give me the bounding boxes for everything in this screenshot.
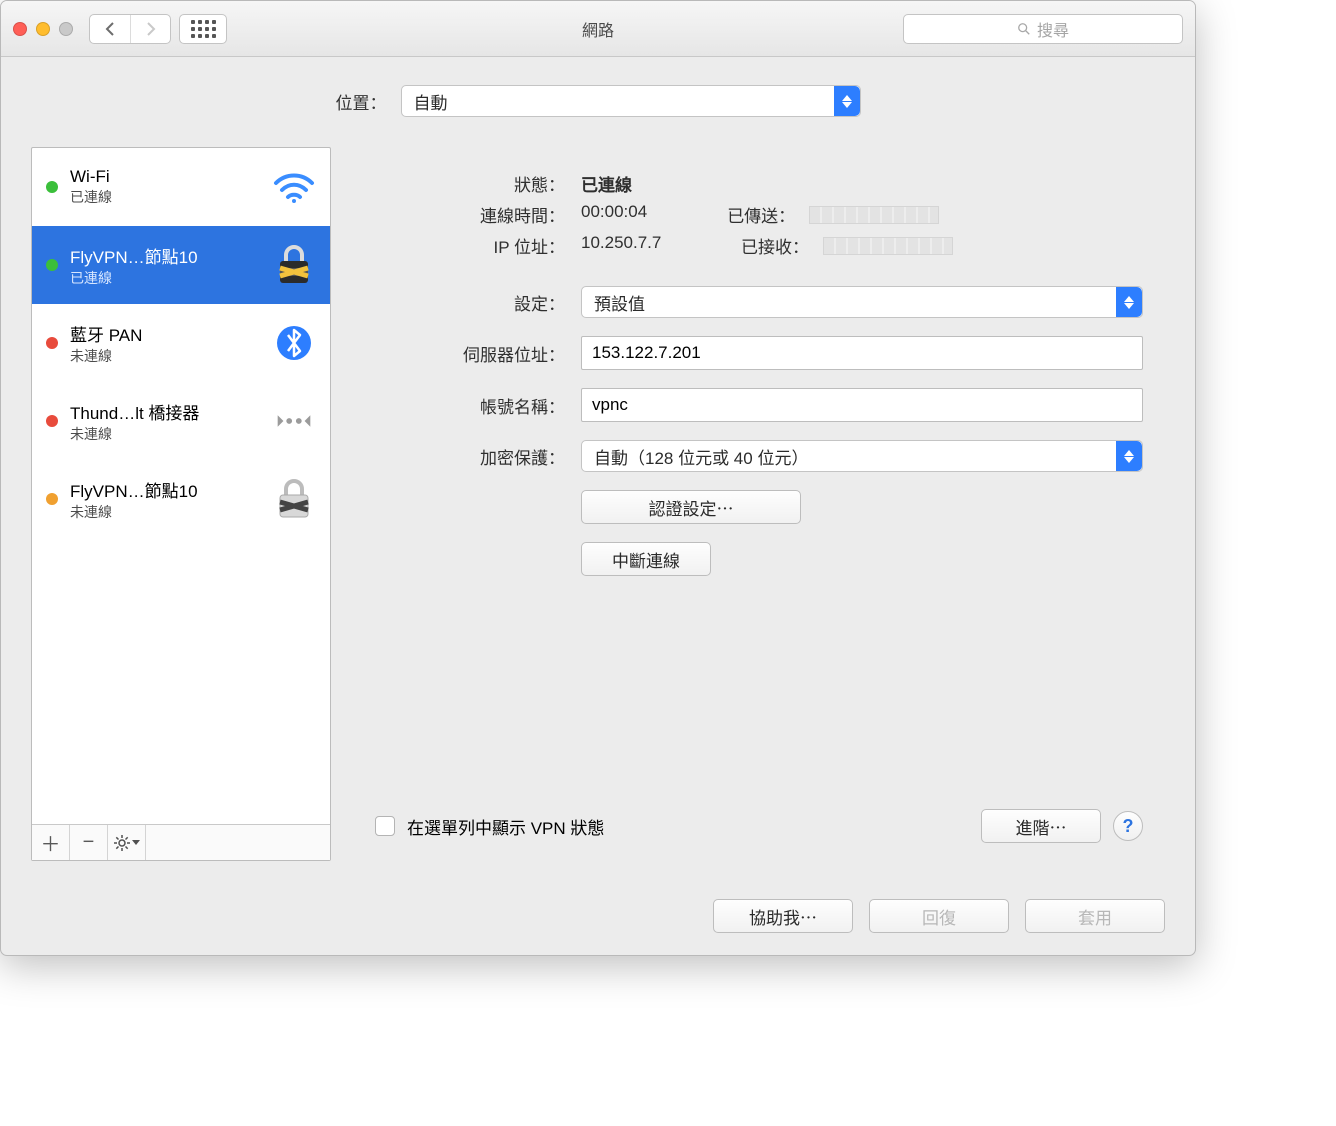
ip-value: 10.250.7.7	[581, 233, 681, 258]
search-input[interactable]: 搜尋	[903, 14, 1183, 44]
interface-list: Wi-Fi 已連線 FlyVPN…節點10 已連線	[32, 148, 330, 824]
search-placeholder: 搜尋	[1037, 17, 1069, 41]
account-label: 帳號名稱：	[375, 393, 565, 418]
titlebar: 網路 搜尋	[1, 1, 1195, 57]
advanced-button[interactable]: 進階⋯	[981, 809, 1101, 843]
search-icon	[1017, 22, 1031, 36]
sidebar-item-thunderbolt-bridge[interactable]: Thund…lt 橋接器 未連線	[32, 382, 330, 460]
chevron-left-icon	[104, 21, 116, 37]
encrypt-label: 加密保護：	[375, 444, 565, 469]
detail-panel: 狀態： 已連線 連線時間： 00:00:04 已傳送： IP 位址： 10.25…	[353, 147, 1165, 861]
recv-label: 已接收：	[741, 233, 809, 258]
apply-button[interactable]: 套用	[1025, 899, 1165, 933]
forward-button[interactable]	[130, 15, 170, 43]
add-interface-button[interactable]: ＋	[32, 825, 70, 860]
detail-bottom-row: 在選單列中顯示 VPN 狀態 進階⋯ ?	[375, 809, 1143, 843]
main-content: Wi-Fi 已連線 FlyVPN…節點10 已連線	[31, 147, 1165, 861]
config-select[interactable]: 預設值	[581, 286, 1143, 318]
server-address-input[interactable]	[581, 336, 1143, 370]
account-name-input[interactable]	[581, 388, 1143, 422]
ip-label: IP 位址：	[375, 233, 565, 258]
lock-icon	[270, 477, 318, 521]
assist-me-button[interactable]: 協助我⋯	[713, 899, 853, 933]
sidebar-item-status: 未連線	[70, 502, 258, 522]
sidebar-item-name: FlyVPN…節點10	[70, 243, 258, 268]
minimize-button[interactable]	[36, 22, 50, 36]
sidebar-item-bluetooth-pan[interactable]: 藍牙 PAN 未連線	[32, 304, 330, 382]
sidebar-item-name: Wi-Fi	[70, 167, 258, 187]
status-dot-icon	[46, 181, 58, 193]
config-label: 設定：	[375, 290, 565, 315]
select-arrows-icon	[1116, 441, 1142, 471]
encrypt-value: 自動（128 位元或 40 位元）	[594, 444, 808, 469]
sidebar-item-name: FlyVPN…節點10	[70, 477, 258, 502]
sidebar-item-status: 已連線	[70, 187, 258, 207]
zoom-button[interactable]	[59, 22, 73, 36]
encryption-select[interactable]: 自動（128 位元或 40 位元）	[581, 440, 1143, 472]
disconnect-button[interactable]: 中斷連線	[581, 542, 711, 576]
sidebar-footer: ＋ −	[32, 824, 330, 860]
remove-interface-button[interactable]: −	[70, 825, 108, 860]
config-value: 預設值	[594, 290, 645, 315]
thunderbolt-bridge-icon	[270, 406, 318, 436]
window-controls	[13, 22, 73, 36]
sidebar-item-flyvpn-connected[interactable]: FlyVPN…節點10 已連線	[32, 226, 330, 304]
sidebar-item-status: 未連線	[70, 346, 258, 366]
location-value: 自動	[414, 89, 448, 114]
sidebar-item-status: 未連線	[70, 424, 258, 444]
status-value: 已連線	[581, 171, 1143, 196]
show-vpn-label: 在選單列中顯示 VPN 狀態	[407, 814, 604, 839]
sent-label: 已傳送：	[727, 202, 795, 227]
action-menu-button[interactable]	[108, 825, 146, 860]
status-dot-icon	[46, 415, 58, 427]
status-dot-icon	[46, 259, 58, 271]
show-all-button[interactable]	[179, 14, 227, 44]
close-button[interactable]	[13, 22, 27, 36]
location-label: 位置：	[336, 89, 387, 114]
sidebar-item-name: Thund…lt 橋接器	[70, 399, 258, 424]
auth-settings-button[interactable]: 認證設定⋯	[581, 490, 801, 524]
window-footer: 協助我⋯ 回復 套用	[1, 881, 1195, 955]
sent-bar	[809, 206, 939, 224]
status-dot-icon	[46, 337, 58, 349]
select-arrows-icon	[1116, 287, 1142, 317]
sidebar-item-flyvpn-disconnected[interactable]: FlyVPN…節點10 未連線	[32, 460, 330, 538]
sidebar-item-wifi[interactable]: Wi-Fi 已連線	[32, 148, 330, 226]
connect-time-label: 連線時間：	[375, 202, 565, 227]
gear-icon	[114, 835, 130, 851]
wifi-icon	[270, 171, 318, 203]
select-arrows-icon	[834, 86, 860, 116]
nav-buttons	[89, 14, 171, 44]
sidebar-item-status: 已連線	[70, 268, 258, 288]
status-dot-icon	[46, 493, 58, 505]
recv-bar	[823, 237, 953, 255]
back-button[interactable]	[90, 15, 130, 43]
chevron-down-icon	[132, 840, 140, 846]
network-preferences-window: 網路 搜尋 位置： 自動	[0, 0, 1196, 956]
help-button[interactable]: ?	[1113, 811, 1143, 841]
status-label: 狀態：	[375, 171, 565, 196]
location-select[interactable]: 自動	[401, 85, 861, 117]
lock-icon	[270, 243, 318, 287]
grid-icon	[191, 20, 216, 38]
server-label: 伺服器位址：	[375, 341, 565, 366]
connect-time-value: 00:00:04	[581, 202, 647, 227]
sidebar-item-name: 藍牙 PAN	[70, 321, 258, 346]
chevron-right-icon	[145, 21, 157, 37]
revert-button[interactable]: 回復	[869, 899, 1009, 933]
window-body: 位置： 自動 Wi-Fi 已連線	[1, 57, 1195, 881]
interface-sidebar: Wi-Fi 已連線 FlyVPN…節點10 已連線	[31, 147, 331, 861]
location-row: 位置： 自動	[31, 85, 1165, 117]
bluetooth-icon	[270, 324, 318, 362]
show-vpn-checkbox[interactable]	[375, 816, 395, 836]
